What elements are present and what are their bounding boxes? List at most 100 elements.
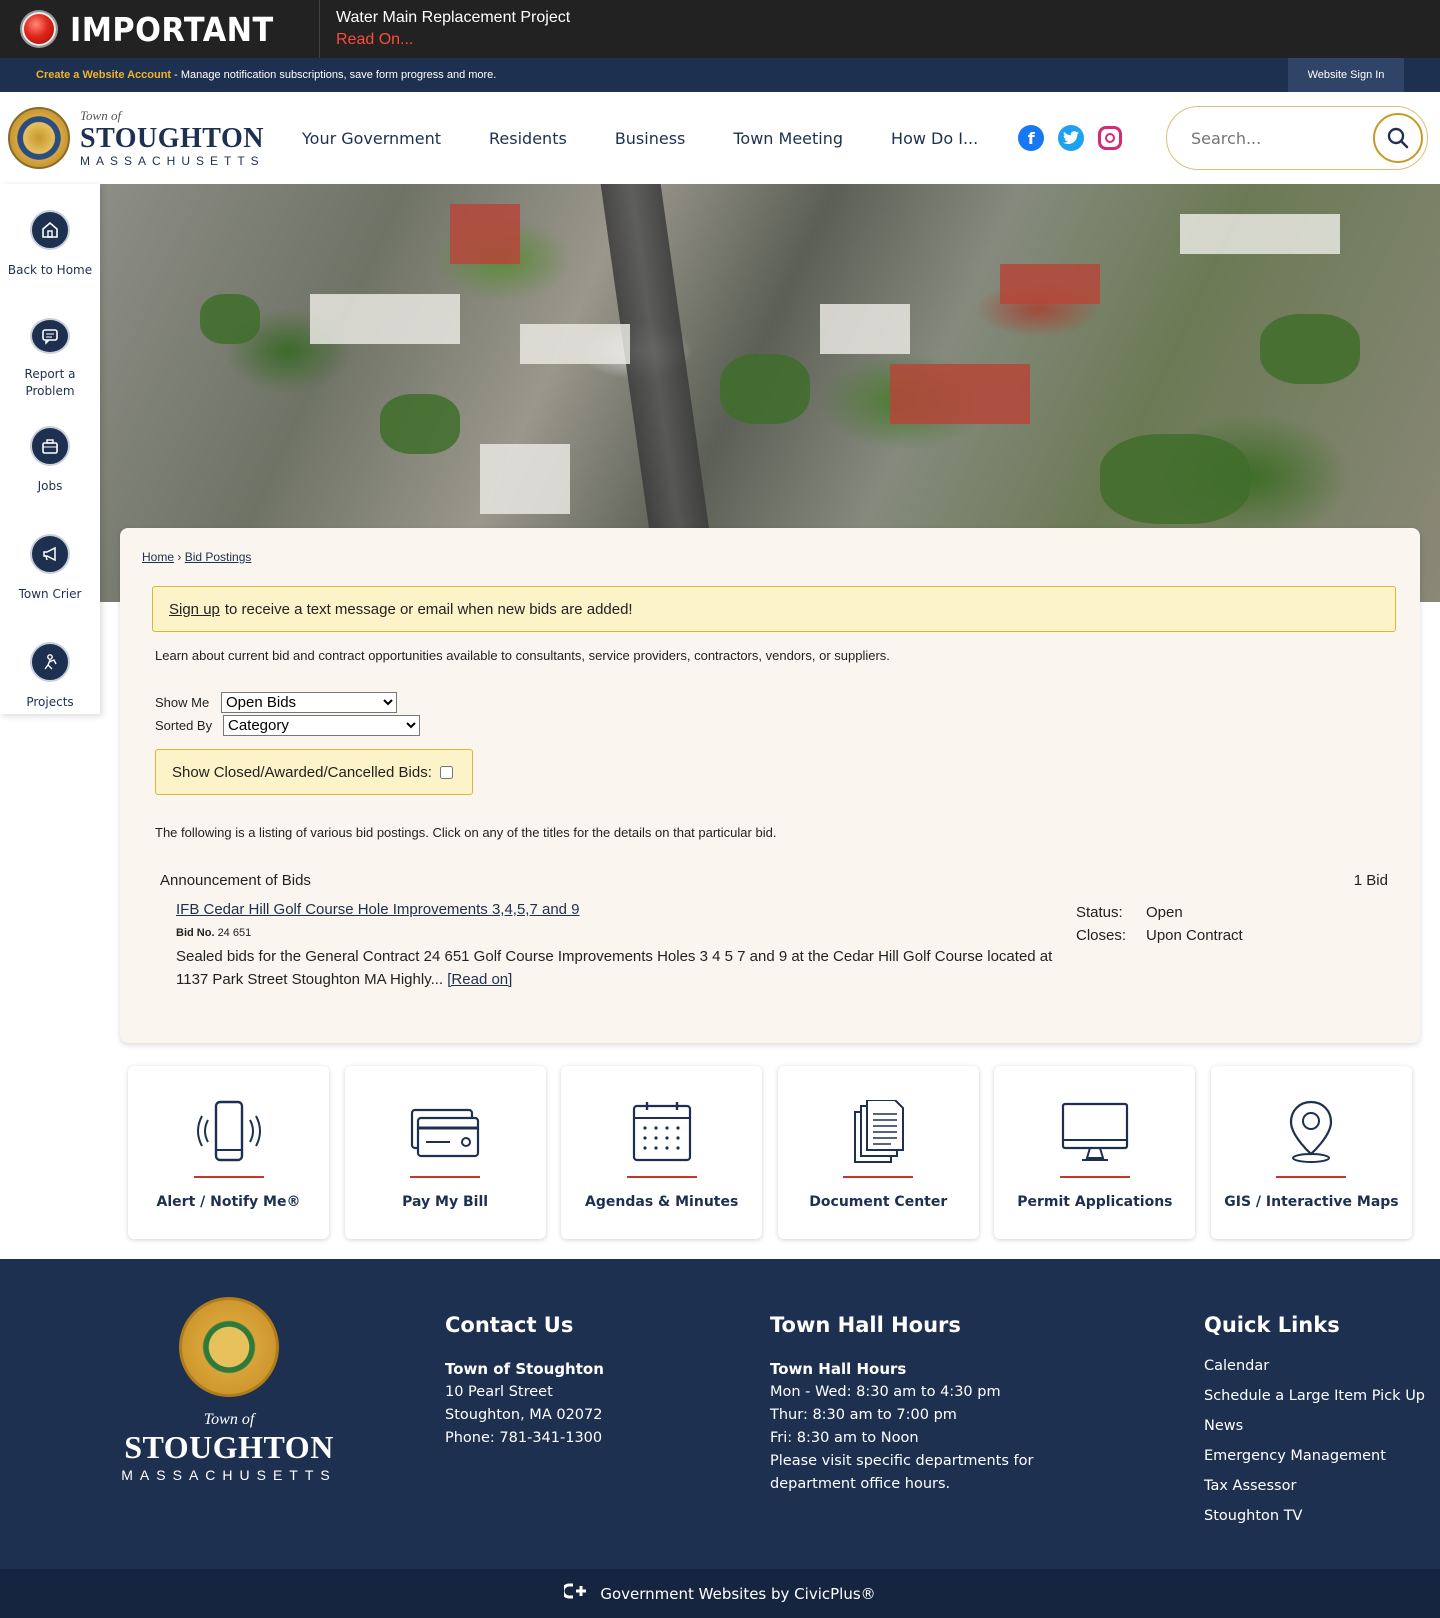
quick-label: Town Crier — [18, 587, 82, 601]
tile-gis-interactive-maps[interactable]: GIS / Interactive Maps — [1210, 1066, 1412, 1239]
alert-read-on-link[interactable]: Read On... — [336, 29, 570, 51]
website-sign-in-button[interactable]: Website Sign In — [1288, 58, 1404, 92]
main-nav: Your Government Residents Business Town … — [302, 129, 1026, 148]
quick-projects[interactable]: Projects — [0, 616, 100, 724]
graphic-links: Alert / Notify Me® Pay My Bill Agendas &… — [128, 1066, 1412, 1239]
map-pin-icon — [1290, 1100, 1333, 1163]
footer-contact: Contact Us Town of Stoughton 10 Pearl St… — [445, 1313, 604, 1450]
bid-title-link[interactable]: IFB Cedar Hill Golf Course Hole Improvem… — [176, 901, 580, 918]
civicplus-credit-link[interactable]: Government Websites by CivicPlus® — [600, 1585, 875, 1603]
bid-closes: Upon Contract — [1146, 927, 1243, 944]
facebook-icon[interactable]: f — [1018, 125, 1045, 151]
show-closed-checkbox[interactable] — [439, 765, 453, 779]
bid-postings-panel: Home › Bid Postings Sign up to receive a… — [120, 528, 1420, 1043]
tile-label: Agendas & Minutes — [585, 1194, 739, 1210]
site-footer: Town of STOUGHTON MASSACHUSETTS Contact … — [0, 1259, 1440, 1569]
contact-address-2: Stoughton, MA 02072 — [445, 1407, 603, 1423]
site-header: Town of STOUGHTON MASSACHUSETTS Your Gov… — [0, 92, 1440, 184]
hours-line: Mon - Wed: 8:30 am to 4:30 pm — [770, 1384, 1001, 1400]
signup-text: to receive a text message or email when … — [224, 600, 633, 618]
tile-agendas-minutes[interactable]: Agendas & Minutes — [561, 1066, 763, 1239]
create-account-link[interactable]: Create a Website Account — [36, 69, 171, 81]
hours-line: department office hours. — [770, 1476, 951, 1492]
nav-your-government[interactable]: Your Government — [302, 129, 441, 148]
quick-town-crier[interactable]: Town Crier — [0, 508, 100, 616]
nav-business[interactable]: Business — [615, 129, 686, 148]
twitter-icon[interactable] — [1058, 125, 1085, 151]
tile-label: Permit Applications — [1017, 1194, 1173, 1210]
credit-card-icon — [410, 1108, 480, 1158]
site-search — [1166, 106, 1428, 170]
document-icon — [854, 1100, 905, 1163]
contact-phone: Phone: 781-341-1300 — [445, 1430, 603, 1446]
search-input[interactable] — [1191, 128, 1361, 148]
show-closed-toggle: Show Closed/Awarded/Cancelled Bids: — [155, 749, 473, 795]
bid-read-on-link[interactable]: [Read on] — [447, 971, 512, 988]
emergency-alert-bar: IMPORTANT Water Main Replacement Project… — [0, 0, 1440, 58]
logo-state: MASSACHUSETTS — [80, 154, 265, 168]
breadcrumb-separator: › — [177, 550, 182, 564]
quick-links-sidebar: Back to Home Report a Problem Jobs Town … — [0, 184, 100, 714]
town-seal-icon — [179, 1297, 279, 1397]
bid-number: 24 651 — [217, 927, 252, 939]
show-me-select[interactable]: Open Bids — [221, 692, 397, 713]
chat-icon — [30, 318, 70, 354]
bid-filters: Show Me Open Bids Sorted By Category — [155, 691, 1398, 737]
bid-meta: Status: Open Closes: Upon Contract — [1076, 901, 1243, 947]
civicplus-credit-bar: Government Websites by CivicPlus® — [0, 1569, 1440, 1618]
bid-number-label: Bid No. — [176, 927, 215, 939]
quick-label: Report a Problem — [24, 367, 76, 398]
contact-address-1: 10 Pearl Street — [445, 1384, 553, 1400]
hours-line: Please visit specific departments for — [770, 1453, 1034, 1469]
town-seal-icon — [8, 107, 70, 169]
quick-link-calendar[interactable]: Calendar — [1204, 1351, 1425, 1381]
phone-icon — [196, 1100, 261, 1162]
monitor-icon — [1061, 1102, 1128, 1161]
tile-alert-notify-me[interactable]: Alert / Notify Me® — [128, 1066, 329, 1239]
footer-town-of: Town of — [203, 1411, 255, 1428]
quick-link-large-item-pickup[interactable]: Schedule a Large Item Pick Up — [1204, 1381, 1425, 1411]
site-logo[interactable]: Town of STOUGHTON MASSACHUSETTS — [0, 107, 280, 169]
bid-item: IFB Cedar Hill Golf Course Hole Improvem… — [176, 901, 1386, 991]
quick-report-a-problem[interactable]: Report a Problem — [0, 292, 100, 400]
nav-how-do-i[interactable]: How Do I... — [891, 129, 978, 148]
quick-back-to-home[interactable]: Back to Home — [0, 184, 100, 292]
quick-label: Projects — [26, 695, 74, 709]
sign-up-link[interactable]: Sign up — [169, 601, 220, 618]
quick-label: Jobs — [37, 479, 63, 493]
tile-document-center[interactable]: Document Center — [777, 1066, 979, 1239]
quick-link-news[interactable]: News — [1204, 1411, 1425, 1441]
hours-line: Thur: 8:30 am to 7:00 pm — [770, 1407, 957, 1423]
quick-jobs[interactable]: Jobs — [0, 400, 100, 508]
search-button[interactable] — [1373, 113, 1423, 163]
sorted-by-select[interactable]: Category — [223, 715, 420, 736]
nav-town-meeting[interactable]: Town Meeting — [733, 129, 843, 148]
alert-label: IMPORTANT — [70, 9, 274, 49]
hours-line: Fri: 8:30 am to Noon — [770, 1430, 919, 1446]
alert-title: Water Main Replacement Project — [336, 9, 571, 26]
sorted-by-label: Sorted By — [155, 718, 213, 733]
instagram-icon[interactable] — [1098, 126, 1123, 150]
nav-residents[interactable]: Residents — [489, 129, 567, 148]
account-description: - Manage notification subscriptions, sav… — [171, 69, 497, 81]
breadcrumb-home-link[interactable]: Home — [142, 550, 174, 564]
tile-pay-my-bill[interactable]: Pay My Bill — [344, 1066, 546, 1239]
footer-logo[interactable]: Town of STOUGHTON MASSACHUSETTS — [118, 1297, 340, 1483]
bid-category-header: Announcement of Bids 1 Bid — [160, 872, 1388, 889]
search-icon — [1387, 127, 1409, 149]
quick-link-emergency-management[interactable]: Emergency Management — [1204, 1441, 1425, 1471]
contact-org: Town of Stoughton — [445, 1360, 604, 1378]
bid-description: Sealed bids for the General Contract 24 … — [176, 948, 1053, 988]
breadcrumb-current-link[interactable]: Bid Postings — [185, 550, 252, 564]
quick-link-stoughton-tv[interactable]: Stoughton TV — [1204, 1501, 1425, 1531]
alert-badge: IMPORTANT — [0, 0, 320, 58]
briefcase-icon — [30, 426, 70, 466]
quick-label: Back to Home — [7, 263, 93, 277]
quick-link-tax-assessor[interactable]: Tax Assessor — [1204, 1471, 1425, 1501]
tile-permit-applications[interactable]: Permit Applications — [994, 1066, 1196, 1239]
social-links: f — [1018, 125, 1136, 151]
signup-notice: Sign up to receive a text message or ema… — [152, 586, 1396, 632]
alert-icon — [22, 12, 56, 46]
footer-quick-links: Quick Links Calendar Schedule a Large It… — [1204, 1313, 1425, 1531]
worker-icon — [30, 642, 70, 682]
